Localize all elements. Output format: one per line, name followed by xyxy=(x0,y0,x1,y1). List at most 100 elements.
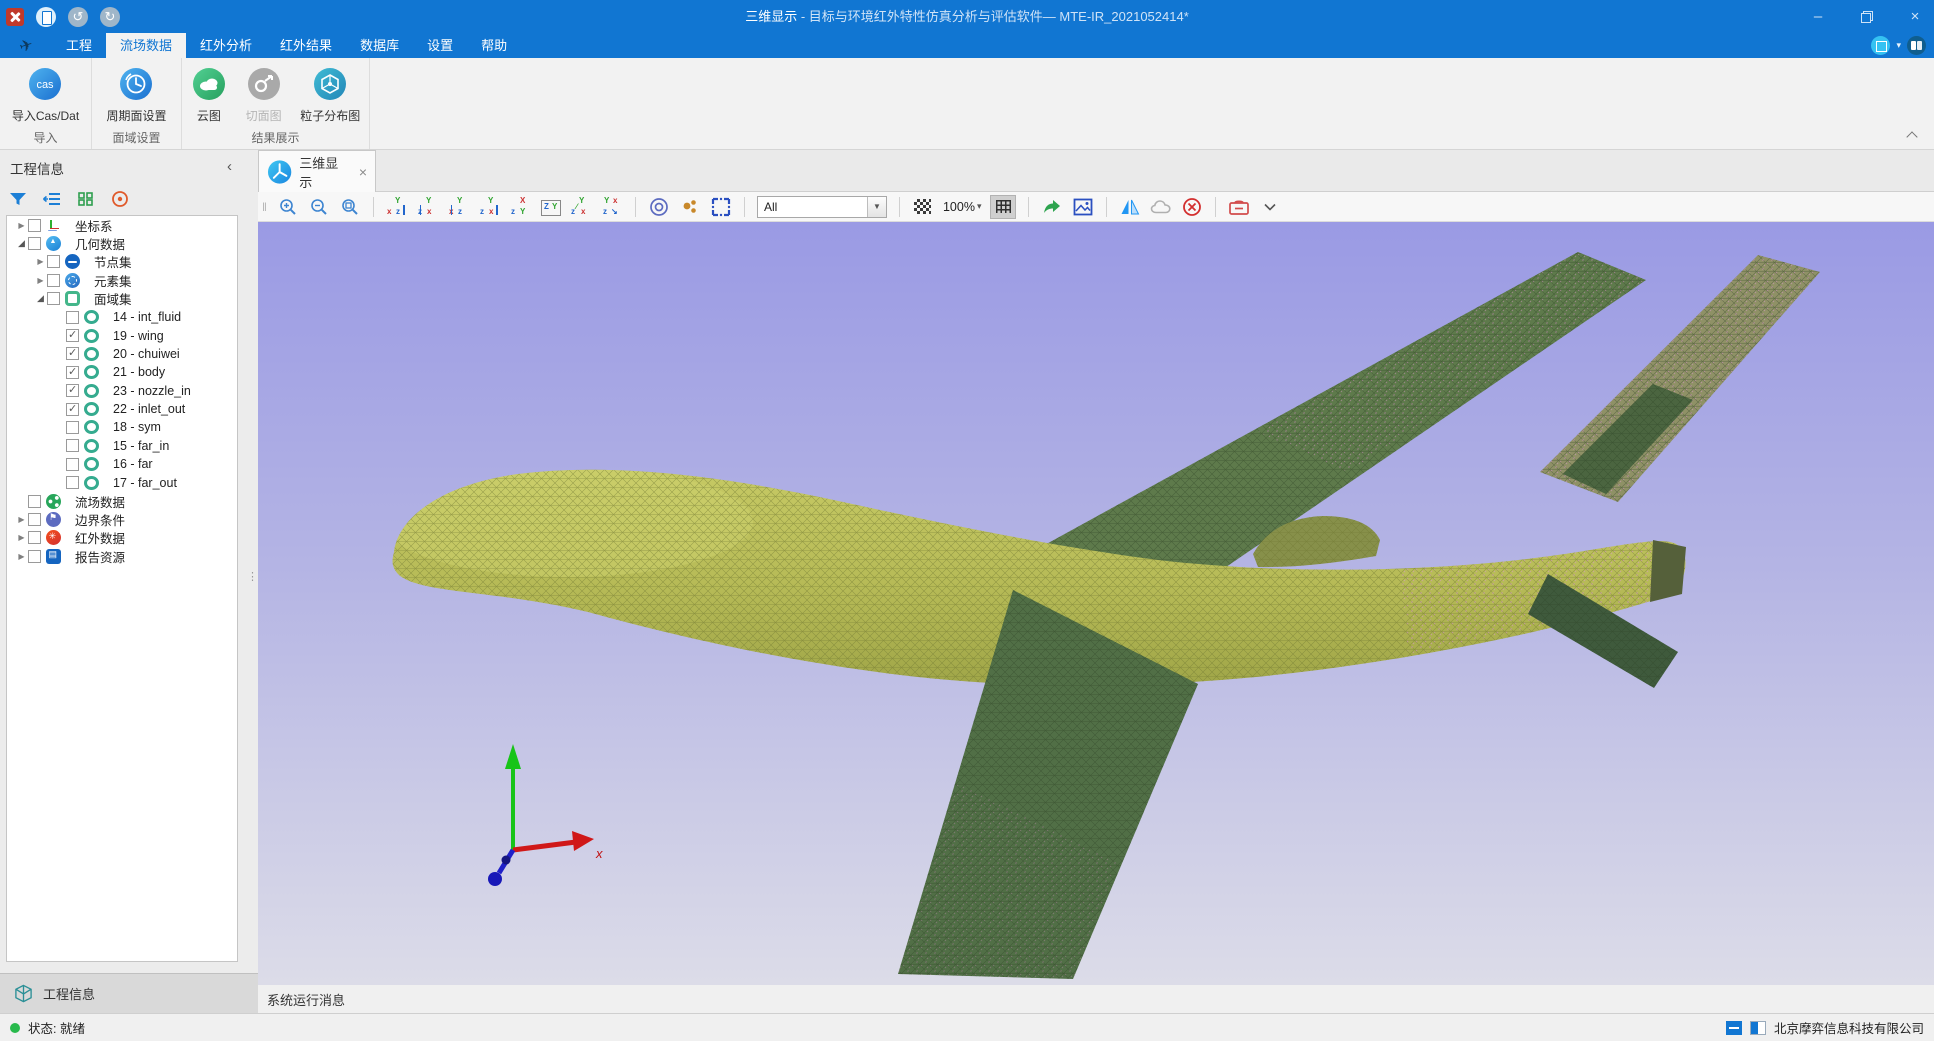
panel-toggle-icon[interactable] xyxy=(1750,1021,1766,1035)
box-select-icon[interactable] xyxy=(710,196,732,218)
tree-row[interactable]: ▶ 红外数据 xyxy=(7,529,237,547)
menu-item-1[interactable]: 流场数据 xyxy=(106,33,186,58)
menu-item-5[interactable]: 设置 xyxy=(413,33,467,58)
tree-row[interactable]: 14 - int_fluid xyxy=(7,308,237,326)
zoom-in-icon[interactable] xyxy=(277,196,299,218)
tree-checkbox[interactable] xyxy=(47,255,60,268)
tree-row[interactable]: ▶ 边界条件 xyxy=(7,510,237,528)
viewport-3d[interactable]: x xyxy=(258,222,1934,985)
tree-row[interactable]: 流场数据 xyxy=(7,492,237,510)
redo-icon[interactable]: ↻ xyxy=(100,7,120,27)
tree-checkbox[interactable] xyxy=(47,292,60,305)
tree-row[interactable]: 15 - far_in xyxy=(7,437,237,455)
import-cas-dat-button[interactable]: cas 导入Cas/Dat xyxy=(12,64,79,124)
style-switcher-icon[interactable] xyxy=(1871,36,1890,55)
grid-view-icon[interactable] xyxy=(76,189,96,209)
tree-checkbox[interactable] xyxy=(66,421,79,434)
save-view-icon[interactable] xyxy=(1228,196,1250,218)
view-bottom-icon[interactable]: ZY xyxy=(541,200,561,216)
tree-checkbox[interactable] xyxy=(66,329,79,342)
zoom-fit-icon[interactable] xyxy=(339,196,361,218)
minimize-button[interactable]: – xyxy=(1809,8,1827,25)
zoom-level-dropdown[interactable]: 100% ▾ xyxy=(943,200,982,214)
tab-close-icon[interactable]: × xyxy=(359,164,367,180)
view-top-icon[interactable]: XzY xyxy=(510,197,532,217)
view-isometric2-icon[interactable]: Yxz↘ xyxy=(601,197,623,217)
tree-expander-icon[interactable]: ▶ xyxy=(34,276,47,285)
transparency-checker-icon[interactable] xyxy=(912,196,934,218)
menu-item-6[interactable]: 帮助 xyxy=(467,33,521,58)
export-forward-icon[interactable] xyxy=(1041,196,1063,218)
tree-row[interactable]: ▶ 元素集 xyxy=(7,271,237,289)
tree-row[interactable]: ◢ 面域集 xyxy=(7,290,237,308)
tree-checkbox[interactable] xyxy=(28,219,41,232)
ribbon-collapse-icon[interactable] xyxy=(1906,131,1917,142)
mirror-icon[interactable] xyxy=(1119,196,1141,218)
tree-row[interactable]: 23 - nozzle_in xyxy=(7,382,237,400)
view-back-icon[interactable]: Yzx xyxy=(417,197,439,217)
contour-plot-button[interactable]: 云图 xyxy=(182,64,236,124)
close-button[interactable]: × xyxy=(1906,8,1924,25)
filter-funnel-icon[interactable] xyxy=(8,189,28,209)
tree-checkbox[interactable] xyxy=(28,550,41,563)
style-dropdown-icon[interactable]: ▾ xyxy=(1896,40,1901,51)
periodic-surface-button[interactable]: 周期面设置 xyxy=(106,64,166,124)
tree-row[interactable]: 17 - far_out xyxy=(7,473,237,491)
tree-expander-icon[interactable]: ▶ xyxy=(15,221,28,230)
menu-item-3[interactable]: 红外结果 xyxy=(266,33,346,58)
tree-checkbox[interactable] xyxy=(66,439,79,452)
app-icon[interactable] xyxy=(6,8,24,26)
tab-3d-view[interactable]: 三维显示 × xyxy=(258,150,376,192)
tree-checkbox[interactable] xyxy=(66,347,79,360)
tree-row[interactable]: 16 - far xyxy=(7,455,237,473)
tree-row[interactable]: ▶ 报告资源 xyxy=(7,547,237,565)
tree-checkbox[interactable] xyxy=(28,531,41,544)
view-front-icon[interactable]: Yxz xyxy=(386,197,408,217)
tree-expander-icon[interactable]: ▶ xyxy=(15,515,28,524)
view-right-icon[interactable]: Yzx xyxy=(479,197,501,217)
layout-toggle-icon[interactable] xyxy=(1726,1021,1742,1035)
mesh-grid-toggle[interactable] xyxy=(990,195,1016,219)
tree-row[interactable]: ▶ 坐标系 xyxy=(7,216,237,234)
center-rotation-icon[interactable] xyxy=(648,196,670,218)
toolbar-drag-handle[interactable]: ‖ xyxy=(262,200,268,214)
locate-target-icon[interactable] xyxy=(110,189,130,209)
tree-row[interactable]: 22 - inlet_out xyxy=(7,400,237,418)
point-cloud-icon[interactable] xyxy=(679,196,701,218)
tree-checkbox[interactable] xyxy=(28,237,41,250)
tree-checkbox[interactable] xyxy=(66,384,79,397)
zoom-out-icon[interactable] xyxy=(308,196,330,218)
tree-checkbox[interactable] xyxy=(66,366,79,379)
tree-expander-icon[interactable]: ▶ xyxy=(15,552,28,561)
combobox-dropdown-icon[interactable]: ▼ xyxy=(867,197,886,217)
collapse-list-icon[interactable] xyxy=(42,189,62,209)
tree-row[interactable]: 18 - sym xyxy=(7,418,237,436)
sidebar-footer-tab[interactable]: 工程信息 xyxy=(0,973,258,1013)
undo-icon[interactable]: ↺ xyxy=(68,7,88,27)
tree-row[interactable]: ◢ 几何数据 xyxy=(7,234,237,252)
tree-checkbox[interactable] xyxy=(28,495,41,508)
sidebar-collapse-icon[interactable]: ‹ xyxy=(227,158,232,175)
tree-checkbox[interactable] xyxy=(66,311,79,324)
menu-item-0[interactable]: 工程 xyxy=(52,33,106,58)
more-options-chevron-icon[interactable] xyxy=(1259,196,1281,218)
tree-checkbox[interactable] xyxy=(28,513,41,526)
help-book-icon[interactable] xyxy=(1907,36,1926,55)
new-document-icon[interactable] xyxy=(36,7,56,27)
tree-checkbox[interactable] xyxy=(66,476,79,489)
tree-expander-icon[interactable]: ▶ xyxy=(34,257,47,266)
maximize-button[interactable] xyxy=(1861,11,1872,22)
menu-item-2[interactable]: 红外分析 xyxy=(186,33,266,58)
tree-row[interactable]: ▶ 节点集 xyxy=(7,253,237,271)
view-left-icon[interactable]: Yxz xyxy=(448,197,470,217)
tree-row[interactable]: 21 - body xyxy=(7,363,237,381)
tree-checkbox[interactable] xyxy=(66,458,79,471)
snapshot-image-icon[interactable] xyxy=(1072,196,1094,218)
particle-distribution-button[interactable]: 粒子分布图 xyxy=(291,64,369,124)
tree-expander-icon[interactable]: ◢ xyxy=(34,293,47,304)
tree-row[interactable]: 19 - wing xyxy=(7,326,237,344)
tree-row[interactable]: 20 - chuiwei xyxy=(7,345,237,363)
cancel-icon[interactable] xyxy=(1181,196,1203,218)
sidebar-splitter[interactable]: ⋮ xyxy=(242,150,258,973)
tree-expander-icon[interactable]: ▶ xyxy=(15,533,28,542)
